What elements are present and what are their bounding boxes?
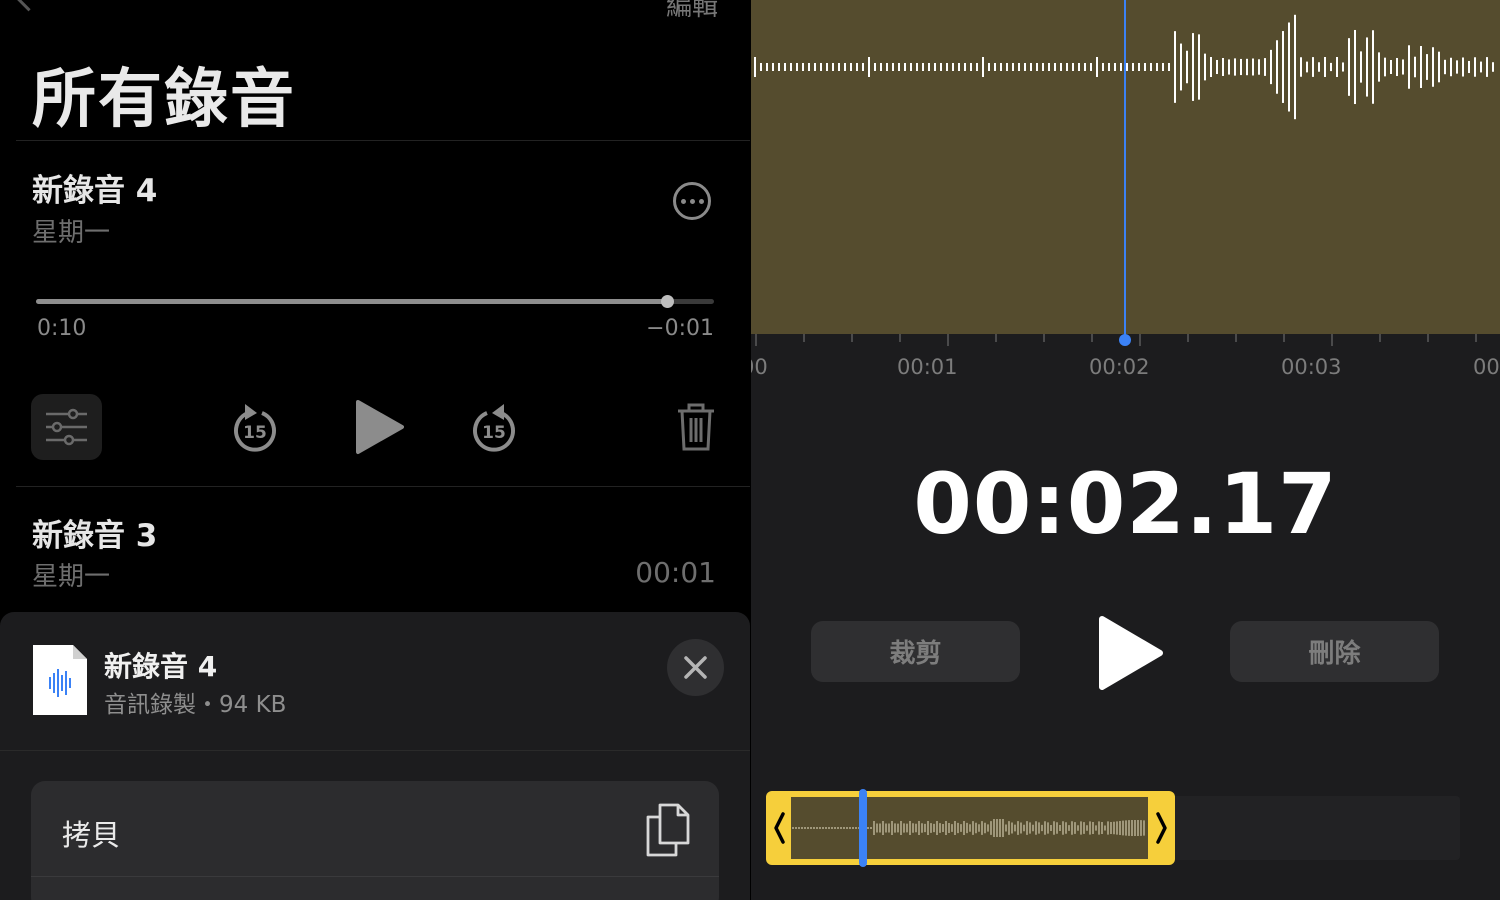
delete-button[interactable] [676, 402, 716, 452]
trim-waveform-area [791, 797, 1148, 859]
close-icon [684, 656, 707, 679]
playhead-line[interactable] [1124, 0, 1126, 336]
current-time-display: 00:02.17 [913, 455, 1338, 553]
edit-button[interactable]: 編輯 [666, 0, 718, 23]
play-icon [356, 400, 404, 454]
remaining-time: −0:01 [646, 316, 714, 341]
timeline-label: 00 [1473, 355, 1500, 379]
recording-duration: 00:01 [635, 556, 716, 589]
divider [16, 140, 750, 141]
timeline-label: 00 [751, 355, 768, 379]
copy-action[interactable]: 拷貝 [62, 812, 120, 854]
playback-settings-button[interactable] [31, 394, 102, 460]
playhead-handle[interactable] [1119, 334, 1131, 346]
svg-text:15: 15 [243, 423, 267, 443]
editor-panel: 00 00:01 00:02 00:03 00 00:02.17 裁剪 刪除 [751, 0, 1500, 900]
mini-waveform [792, 819, 1145, 837]
shared-file-info: 音訊錄製・94 KB [104, 692, 287, 718]
skip-forward-icon: 15 [473, 404, 515, 452]
audio-file-icon [33, 645, 87, 715]
share-actions-card [31, 781, 719, 900]
scrubber-progress [36, 299, 667, 304]
scrubber-knob[interactable] [660, 295, 674, 308]
trim-left-handle-icon[interactable] [772, 810, 788, 846]
close-share-sheet-button[interactable] [667, 639, 724, 696]
recording-title[interactable]: 新錄音 3 [32, 510, 157, 555]
elapsed-time: 0:10 [37, 316, 87, 341]
timeline-label: 00:01 [897, 355, 958, 379]
timeline-label: 00:03 [1281, 355, 1342, 379]
recording-date: 星期一 [32, 562, 111, 592]
sliders-icon [46, 408, 87, 446]
play-button[interactable] [1096, 613, 1166, 693]
skip-forward-15-button[interactable]: 15 [470, 401, 518, 455]
playback-scrubber[interactable] [36, 295, 714, 308]
play-button[interactable] [352, 398, 404, 456]
more-options-icon[interactable] [673, 182, 711, 220]
page-title: 所有錄音 [32, 63, 296, 137]
recording-title[interactable]: 新錄音 4 [32, 165, 157, 210]
shared-file-name: 新錄音 4 [104, 650, 218, 683]
svg-text:15: 15 [482, 423, 506, 443]
divider [31, 876, 719, 877]
trim-right-handle-icon[interactable] [1153, 810, 1169, 846]
timeline-label: 00:02 [1089, 355, 1150, 379]
skip-back-15-button[interactable]: 15 [231, 401, 279, 455]
overview-playhead[interactable] [859, 789, 867, 867]
trim-button[interactable]: 裁剪 [811, 621, 1020, 682]
back-chevron-icon[interactable] [13, 0, 44, 12]
divider [0, 750, 750, 751]
copy-icon[interactable] [646, 803, 690, 857]
trash-icon [678, 403, 714, 451]
skip-back-icon: 15 [234, 404, 276, 452]
play-icon [1099, 616, 1163, 690]
divider [16, 486, 750, 487]
delete-button[interactable]: 刪除 [1230, 621, 1439, 682]
recording-date: 星期一 [32, 218, 111, 248]
recordings-list-panel: 編輯 所有錄音 新錄音 4 星期一 0:10 −0:01 15 15 新錄音 3… [0, 0, 750, 900]
